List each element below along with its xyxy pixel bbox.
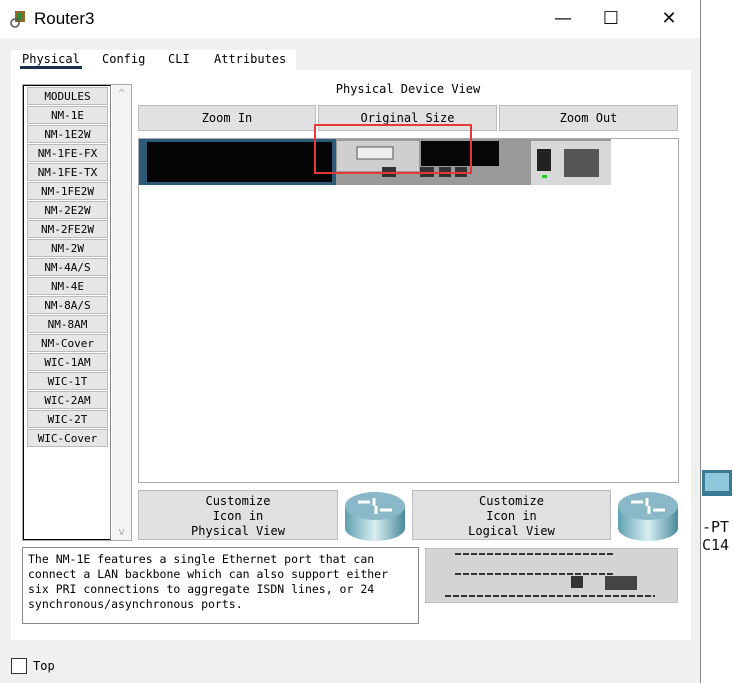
module-item[interactable]: NM-2FE2W <box>27 220 108 238</box>
module-list: MODULES NM-1E NM-1E2W NM-1FE-FX NM-1FE-TX NM-… <box>22 84 132 541</box>
zoom-in-button[interactable]: Zoom In <box>138 105 316 131</box>
module-item[interactable]: NM-8A/S <box>27 296 108 314</box>
maximize-button[interactable]: ☐ <box>588 4 634 34</box>
module-item[interactable]: NM-1E <box>27 106 108 124</box>
router-app-icon <box>10 11 25 28</box>
module-item[interactable]: NM-4E <box>27 277 108 295</box>
tab-physical[interactable]: Physical <box>20 52 82 69</box>
module-item[interactable]: WIC-1AM <box>27 353 108 371</box>
label-line: Icon in <box>486 509 537 523</box>
window-title: Router3 <box>34 9 95 28</box>
modules-header: MODULES <box>27 87 108 105</box>
minimize-button[interactable]: — <box>540 4 586 34</box>
tab-config[interactable]: Config <box>102 52 145 66</box>
desktop-label: C14 <box>702 536 730 554</box>
tab-cli[interactable]: CLI <box>168 52 190 66</box>
desktop-label: -PT <box>702 518 730 536</box>
label-line: Customize <box>205 494 271 508</box>
customize-physical-icon-button[interactable]: Customize Icon in Physical View <box>138 490 338 540</box>
scroll-up-icon[interactable]: ^ <box>112 87 131 100</box>
tab-attributes[interactable]: Attributes <box>214 52 286 66</box>
close-button[interactable]: ✕ <box>646 4 692 34</box>
module-item[interactable]: NM-4A/S <box>27 258 108 276</box>
top-checkbox-label: Top <box>33 659 55 673</box>
module-item[interactable]: NM-2E2W <box>27 201 108 219</box>
label-line: Physical View <box>191 524 285 538</box>
module-item[interactable]: NM-8AM <box>27 315 108 333</box>
module-item[interactable]: NM-1FE-TX <box>27 163 108 181</box>
module-item[interactable]: NM-2W <box>27 239 108 257</box>
customize-logical-icon-button[interactable]: Customize Icon in Logical View <box>412 490 611 540</box>
module-item[interactable]: NM-1FE2W <box>27 182 108 200</box>
module-item[interactable]: WIC-2AM <box>27 391 108 409</box>
desktop-pc-icon <box>702 470 732 496</box>
tab-bar: Physical Config CLI Attributes <box>11 50 296 70</box>
physical-device-view-title: Physical Device View <box>335 82 481 96</box>
module-item[interactable]: WIC-Cover <box>27 429 108 447</box>
zoom-out-button[interactable]: Zoom Out <box>499 105 678 131</box>
physical-device-canvas[interactable] <box>138 138 679 483</box>
module-item[interactable]: WIC-2T <box>27 410 108 428</box>
module-item[interactable]: WIC-1T <box>27 372 108 390</box>
label-line: Logical View <box>468 524 555 538</box>
module-list-scrollbar[interactable]: ^ v <box>112 85 131 540</box>
module-preview-image <box>425 548 678 603</box>
module-item[interactable]: NM-1FE-FX <box>27 144 108 162</box>
label-line: Icon in <box>212 509 264 523</box>
title-bar: Router3 — ☐ ✕ <box>0 0 700 38</box>
highlight-box <box>314 124 472 174</box>
router-dialog: Router3 — ☐ ✕ Physical Config CLI Attrib… <box>0 0 701 683</box>
module-item[interactable]: NM-Cover <box>27 334 108 352</box>
router-icon <box>618 492 678 541</box>
router-icon <box>345 492 405 541</box>
top-checkbox[interactable] <box>11 658 27 674</box>
module-description: The NM-1E features a single Ethernet por… <box>22 547 419 624</box>
module-item[interactable]: NM-1E2W <box>27 125 108 143</box>
label-line: Customize <box>478 494 545 508</box>
scroll-down-icon[interactable]: v <box>112 525 131 538</box>
